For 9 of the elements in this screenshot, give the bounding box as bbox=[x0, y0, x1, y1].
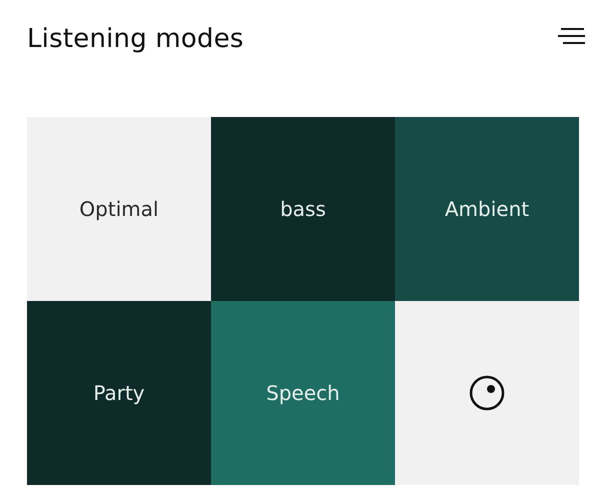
page-title: Listening modes bbox=[27, 24, 244, 54]
mode-tile[interactable]: Optimal bbox=[27, 117, 211, 301]
mode-tile[interactable]: Party bbox=[27, 301, 211, 485]
mode-tile[interactable] bbox=[395, 301, 579, 485]
target-icon bbox=[469, 375, 505, 411]
mode-tile[interactable]: Ambient bbox=[395, 117, 579, 301]
mode-tile[interactable]: Speech bbox=[211, 301, 395, 485]
menu-icon[interactable] bbox=[558, 27, 586, 45]
mode-tile[interactable]: bass bbox=[211, 117, 395, 301]
